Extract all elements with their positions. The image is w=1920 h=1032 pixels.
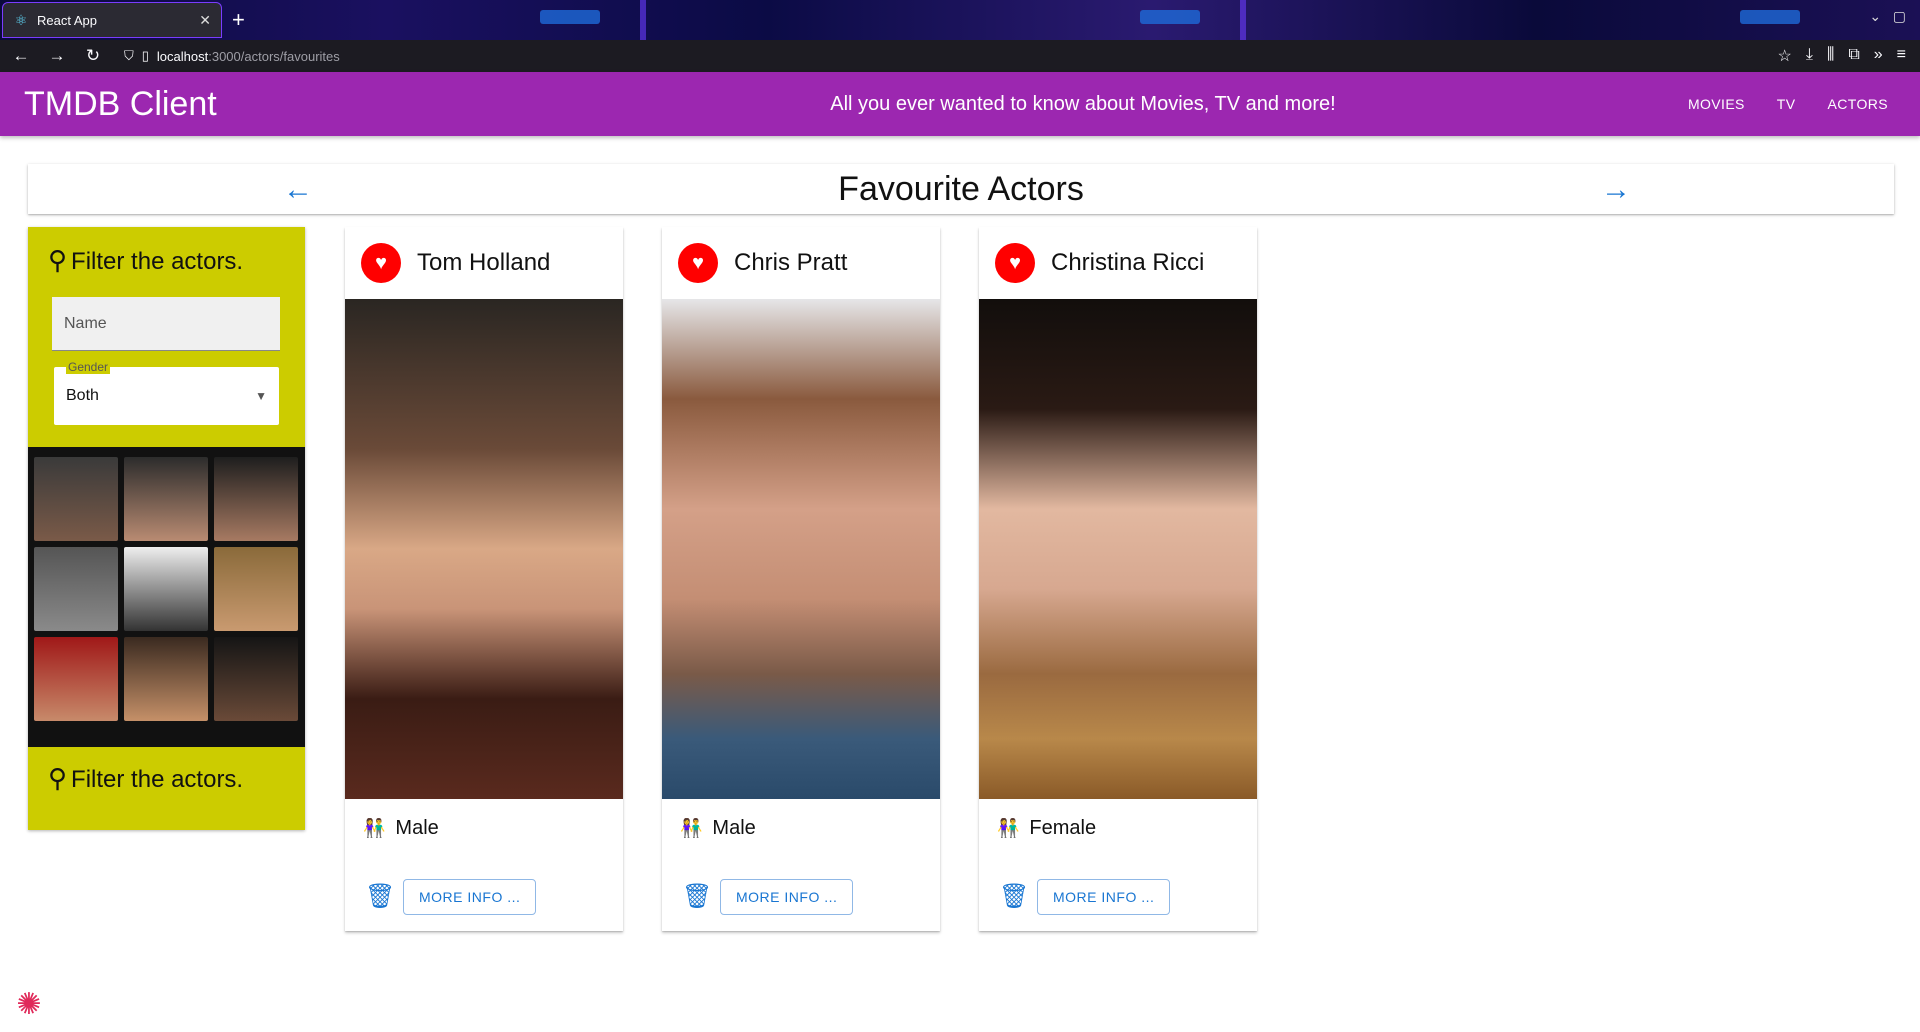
wallpaper-decoration — [540, 10, 600, 24]
people-icon: 👫 — [997, 818, 1020, 838]
tab-title: React App — [37, 12, 97, 28]
menu-tv[interactable]: TV — [1761, 88, 1812, 120]
bookmark-star-icon[interactable]: ☆ — [1778, 46, 1792, 66]
extensions-icon[interactable]: ⧉ — [1848, 46, 1859, 66]
filter-panel: ⚲ Filter the actors. Name Gender Both ▼ … — [28, 227, 305, 830]
browser-tab-strip: ⚛ React App ✕ + ⌄ ▢ — [0, 0, 1920, 40]
filter-header: ⚲ Filter the actors. — [48, 245, 243, 276]
gender-row: 👫 Male — [680, 817, 756, 840]
mosaic-face — [34, 457, 118, 541]
browser-nav-bar: ← → ↻ ⛉ ▯ localhost:3000/actors/favourit… — [0, 40, 1920, 72]
main-menu: MOVIES TV ACTORS — [1672, 88, 1904, 120]
people-icon: 👫 — [363, 818, 386, 838]
heart-icon: ♥ — [678, 243, 718, 283]
react-devtools-icon[interactable]: ✺ — [12, 988, 46, 1022]
dropdown-arrow-icon: ▼ — [255, 389, 267, 403]
card-header: ♥ Chris Pratt — [662, 227, 940, 299]
browser-tab[interactable]: ⚛ React App ✕ — [2, 2, 222, 38]
close-tab-icon[interactable]: ✕ — [199, 12, 211, 29]
actor-mosaic-image — [28, 447, 305, 747]
mosaic-face — [214, 637, 298, 721]
arrow-right-icon[interactable]: → — [1598, 172, 1634, 208]
actor-name: Tom Holland — [417, 249, 551, 276]
actor-name: Christina Ricci — [1051, 249, 1205, 276]
actor-card: ♥ Tom Holland 👫 Male 🗑 MORE INFO ... — [345, 227, 623, 931]
filter-footer: ⚲ Filter the actors. — [48, 763, 243, 794]
filter-title: Filter the actors. — [71, 248, 244, 275]
actor-photo — [345, 299, 623, 799]
card-actions: 🗑 MORE INFO ... — [682, 879, 854, 915]
wallpaper-decoration — [1240, 0, 1246, 40]
more-info-button[interactable]: MORE INFO ... — [720, 879, 854, 915]
more-info-button[interactable]: MORE INFO ... — [1037, 879, 1171, 915]
arrow-left-icon[interactable]: ← — [280, 172, 316, 208]
gender-row: 👫 Female — [997, 817, 1096, 840]
actor-gender: Female — [1029, 817, 1097, 839]
heart-icon: ♥ — [995, 243, 1035, 283]
menu-movies[interactable]: MOVIES — [1672, 88, 1761, 120]
search-icon: ⚲ — [48, 763, 68, 793]
filter-footer-title: Filter the actors. — [71, 766, 244, 793]
page-icon: ▯ — [141, 48, 149, 63]
browser-toolbar-right: ☆ ⤓ ⫼ ⧉ » ≡ — [1778, 46, 1912, 66]
heart-icon: ♥ — [361, 243, 401, 283]
gender-select[interactable]: Gender Both ▼ — [54, 360, 279, 425]
card-header: ♥ Christina Ricci — [979, 227, 1257, 299]
card-actions: 🗑 MORE INFO ... — [365, 879, 537, 915]
mosaic-face — [34, 547, 118, 631]
card-header: ♥ Tom Holland — [345, 227, 623, 299]
actor-name: Chris Pratt — [734, 249, 848, 276]
library-icon[interactable]: ⫼ — [1827, 46, 1834, 66]
search-icon: ⚲ — [48, 245, 68, 275]
window-controls[interactable]: ⌄ ▢ — [1869, 8, 1906, 25]
wallpaper-decoration — [640, 0, 646, 40]
actor-photo — [979, 299, 1257, 799]
forward-icon[interactable]: → — [44, 43, 70, 69]
menu-actors[interactable]: ACTORS — [1812, 88, 1905, 120]
mosaic-face — [124, 637, 208, 721]
menu-icon[interactable]: ≡ — [1897, 46, 1906, 66]
mosaic-face — [124, 547, 208, 631]
mosaic-face — [124, 457, 208, 541]
trash-icon[interactable]: 🗑 — [999, 883, 1029, 911]
wallpaper-decoration — [1140, 10, 1200, 24]
new-tab-button[interactable]: + — [232, 6, 245, 34]
overflow-chevron-icon[interactable]: » — [1874, 46, 1883, 66]
url-path: :3000/actors/favourites — [208, 48, 340, 64]
download-icon[interactable]: ⤓ — [1806, 46, 1813, 66]
react-favicon-icon: ⚛ — [14, 12, 28, 28]
wallpaper-decoration — [1740, 10, 1800, 24]
gender-label: Gender — [66, 360, 111, 374]
more-info-button[interactable]: MORE INFO ... — [403, 879, 537, 915]
card-actions: 🗑 MORE INFO ... — [999, 879, 1171, 915]
reload-icon[interactable]: ↻ — [80, 43, 106, 69]
actor-card: ♥ Christina Ricci 👫 Female 🗑 MORE INFO .… — [979, 227, 1257, 931]
trash-icon[interactable]: 🗑 — [682, 883, 712, 911]
mosaic-face — [214, 457, 298, 541]
actor-gender: Male — [712, 817, 756, 839]
name-filter-input[interactable]: Name — [52, 297, 280, 351]
url-host: localhost — [156, 48, 209, 64]
actor-photo — [662, 299, 940, 799]
actor-gender: Male — [395, 817, 439, 839]
mosaic-face — [34, 637, 118, 721]
actor-card: ♥ Chris Pratt 👫 Male 🗑 MORE INFO ... — [662, 227, 940, 931]
people-icon: 👫 — [680, 818, 703, 838]
trash-icon[interactable]: 🗑 — [365, 883, 395, 911]
tagline: All you ever wanted to know about Movies… — [830, 92, 1336, 115]
gender-value: Both — [66, 387, 99, 404]
back-icon[interactable]: ← — [8, 43, 34, 69]
app-bar: TMDB Client All you ever wanted to know … — [0, 72, 1920, 136]
shield-icon[interactable]: ⛉ — [124, 48, 134, 64]
address-bar[interactable]: ⛉ ▯ localhost:3000/actors/favourites — [116, 43, 1768, 69]
gender-row: 👫 Male — [363, 817, 439, 840]
page-header: ← Favourite Actors → — [28, 164, 1894, 214]
mosaic-face — [214, 547, 298, 631]
